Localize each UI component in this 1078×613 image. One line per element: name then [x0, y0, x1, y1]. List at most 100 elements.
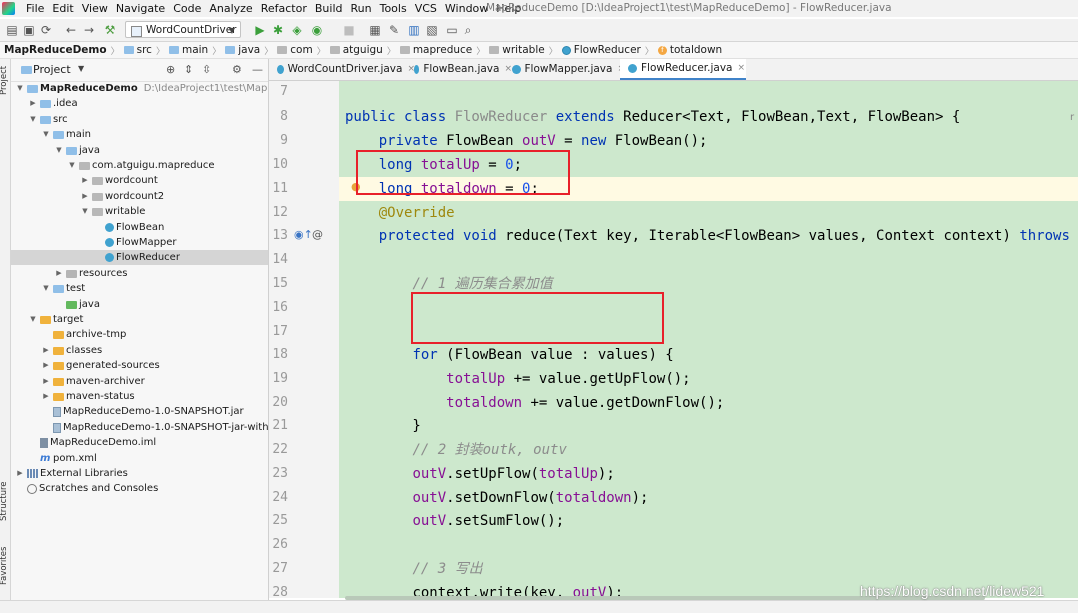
locate-file-icon[interactable]: ⊕ [166, 63, 175, 76]
sync-icon[interactable]: ⟳ [39, 23, 53, 37]
gear-icon[interactable]: ⚙ [232, 63, 242, 76]
chevron-down-icon[interactable]: ▼ [28, 112, 38, 127]
chevron-down-icon[interactable]: ▼ [28, 312, 38, 327]
favorites-tool-button[interactable]: Favorites [0, 547, 9, 585]
tree-item[interactable]: ▶ maven-status [41, 389, 134, 404]
breadcrumb-writable[interactable]: writable [486, 44, 547, 56]
collapse-all-icon[interactable]: ⇳ [202, 63, 211, 76]
tab-flowbean[interactable]: FlowBean.java × [406, 59, 512, 80]
tab-wordcountdriver[interactable]: WordCountDriver.java × [269, 59, 415, 80]
chevron-right-icon[interactable]: ▶ [41, 358, 51, 373]
breadcrumb-project[interactable]: MapReduceDemo [0, 44, 110, 56]
tree-item[interactable]: ▼ MapReduceDemo D:\IdeaProject1\test\MapRe… [15, 81, 268, 96]
open-folder-icon[interactable]: ▤ [5, 23, 19, 37]
tree-item[interactable]: ▼ writable [80, 204, 145, 219]
breadcrumb-mapreduce[interactable]: mapreduce [397, 44, 475, 56]
menu-refactor[interactable]: Refactor [257, 1, 311, 16]
override-method-icon[interactable]: ◉↑ [294, 228, 313, 242]
chevron-right-icon[interactable]: ▶ [41, 343, 51, 358]
menu-analyze[interactable]: Analyze [205, 1, 256, 16]
tree-item[interactable]: ▶ External Libraries [15, 466, 128, 481]
chevron-right-icon[interactable]: ▶ [41, 389, 51, 404]
tree-item[interactable]: FlowBean [93, 220, 164, 235]
breadcrumb-flowreducer[interactable]: FlowReducer [559, 44, 644, 56]
inspection-indicator-icon[interactable]: r [1070, 112, 1074, 123]
tree-item[interactable]: FlowReducer [93, 250, 180, 265]
tree-item[interactable]: java [54, 297, 100, 312]
sdk-icon[interactable]: ▥ [407, 23, 421, 37]
tree-item[interactable]: ▼ java [54, 143, 100, 158]
tree-item[interactable]: archive-tmp [41, 327, 126, 342]
run-configuration-select[interactable]: WordCountDriver ▼ [125, 21, 241, 38]
tree-item[interactable]: ▼ target [28, 312, 83, 327]
menu-view[interactable]: View [78, 1, 112, 16]
tree-item[interactable]: MapReduceDemo.iml [28, 435, 156, 450]
breadcrumb-atguigu[interactable]: atguigu [327, 44, 386, 56]
coverage-icon[interactable]: ◈ [290, 23, 304, 37]
settings-wrench-icon[interactable]: ✎ [387, 23, 401, 37]
breadcrumb-totaldown[interactable]: f totaldown [655, 44, 725, 56]
tree-item[interactable]: MapReduceDemo-1.0-SNAPSHOT-jar-with-d [41, 420, 268, 435]
tree-item[interactable]: ▶ classes [41, 343, 102, 358]
breadcrumb-src[interactable]: src [121, 44, 155, 56]
menu-window[interactable]: Window [441, 1, 492, 16]
chevron-right-icon[interactable]: ▶ [15, 466, 25, 481]
tree-item[interactable]: ▶ resources [54, 266, 127, 281]
chevron-right-icon[interactable]: ▶ [54, 266, 64, 281]
project-panel-title[interactable]: Project [33, 63, 71, 76]
chevron-down-icon[interactable]: ▼ [54, 143, 64, 158]
project-tool-button[interactable]: Project [0, 66, 9, 95]
chevron-down-icon[interactable]: ▼ [41, 127, 51, 142]
run-icon[interactable]: ▶ [253, 23, 267, 37]
structure-tool-button[interactable]: Structure [0, 481, 9, 521]
tree-item[interactable]: ▶ maven-archiver [41, 374, 144, 389]
chevron-right-icon[interactable]: ▶ [28, 96, 38, 111]
menu-file[interactable]: File [22, 1, 48, 16]
tree-item[interactable]: ▶ .idea [28, 96, 77, 111]
tree-item[interactable]: m pom.xml [28, 451, 97, 466]
stop-icon[interactable]: ■ [342, 23, 356, 37]
menu-code[interactable]: Code [169, 1, 205, 16]
chevron-down-icon[interactable]: ▼ [80, 204, 90, 219]
tree-item[interactable]: ▶ wordcount2 [80, 189, 164, 204]
chevron-down-icon[interactable]: ▼ [41, 281, 51, 296]
tree-item[interactable]: MapReduceDemo-1.0-SNAPSHOT.jar [41, 404, 244, 419]
tree-item[interactable]: ▼ com.atguigu.mapreduce [67, 158, 214, 173]
tab-flowmapper[interactable]: FlowMapper.java × [504, 59, 625, 80]
breadcrumb-main[interactable]: main [166, 44, 211, 56]
tree-item[interactable]: ▶ generated-sources [41, 358, 159, 373]
hide-panel-icon[interactable]: — [252, 63, 263, 76]
tree-item[interactable]: ▼ src [28, 112, 67, 127]
chevron-down-icon[interactable]: ▼ [15, 81, 25, 96]
menu-edit[interactable]: Edit [48, 1, 77, 16]
chevron-down-icon[interactable]: ▼ [67, 158, 77, 173]
tree-item[interactable]: ▼ test [41, 281, 85, 296]
tree-item[interactable]: ▼ main [41, 127, 91, 142]
tab-flowreducer[interactable]: FlowReducer.java × [620, 59, 746, 80]
save-all-icon[interactable]: ▣ [22, 23, 36, 37]
breadcrumb-java[interactable]: java [222, 44, 263, 56]
project-structure-icon[interactable]: ▦ [368, 23, 382, 37]
menu-navigate[interactable]: Navigate [112, 1, 169, 16]
tree-item[interactable]: FlowMapper [93, 235, 177, 250]
menu-run[interactable]: Run [347, 1, 376, 16]
menu-vcs[interactable]: VCS [411, 1, 441, 16]
debug-icon[interactable]: ✱ [271, 23, 285, 37]
close-icon[interactable]: × [738, 58, 746, 79]
breadcrumb-com[interactable]: com [274, 44, 315, 56]
expand-all-icon[interactable]: ⇕ [184, 63, 193, 76]
tree-item[interactable]: ▶ wordcount [80, 173, 158, 188]
menu-build[interactable]: Build [311, 1, 347, 16]
tree-item[interactable]: Scratches and Consoles [15, 481, 158, 496]
terminal-icon[interactable]: ▭ [445, 23, 459, 37]
chevron-down-icon[interactable]: ▼ [78, 64, 84, 73]
forward-arrow-icon[interactable]: → [82, 23, 96, 37]
profile-icon[interactable]: ◉ [310, 23, 324, 37]
back-arrow-icon[interactable]: ← [64, 23, 78, 37]
chevron-right-icon[interactable]: ▶ [80, 189, 90, 204]
chevron-right-icon[interactable]: ▶ [41, 374, 51, 389]
build-hammer-icon[interactable]: ⚒ [103, 23, 117, 37]
chevron-right-icon[interactable]: ▶ [80, 173, 90, 188]
layout-icon[interactable]: ▧ [425, 23, 439, 37]
search-icon[interactable]: ⌕ [461, 23, 475, 37]
